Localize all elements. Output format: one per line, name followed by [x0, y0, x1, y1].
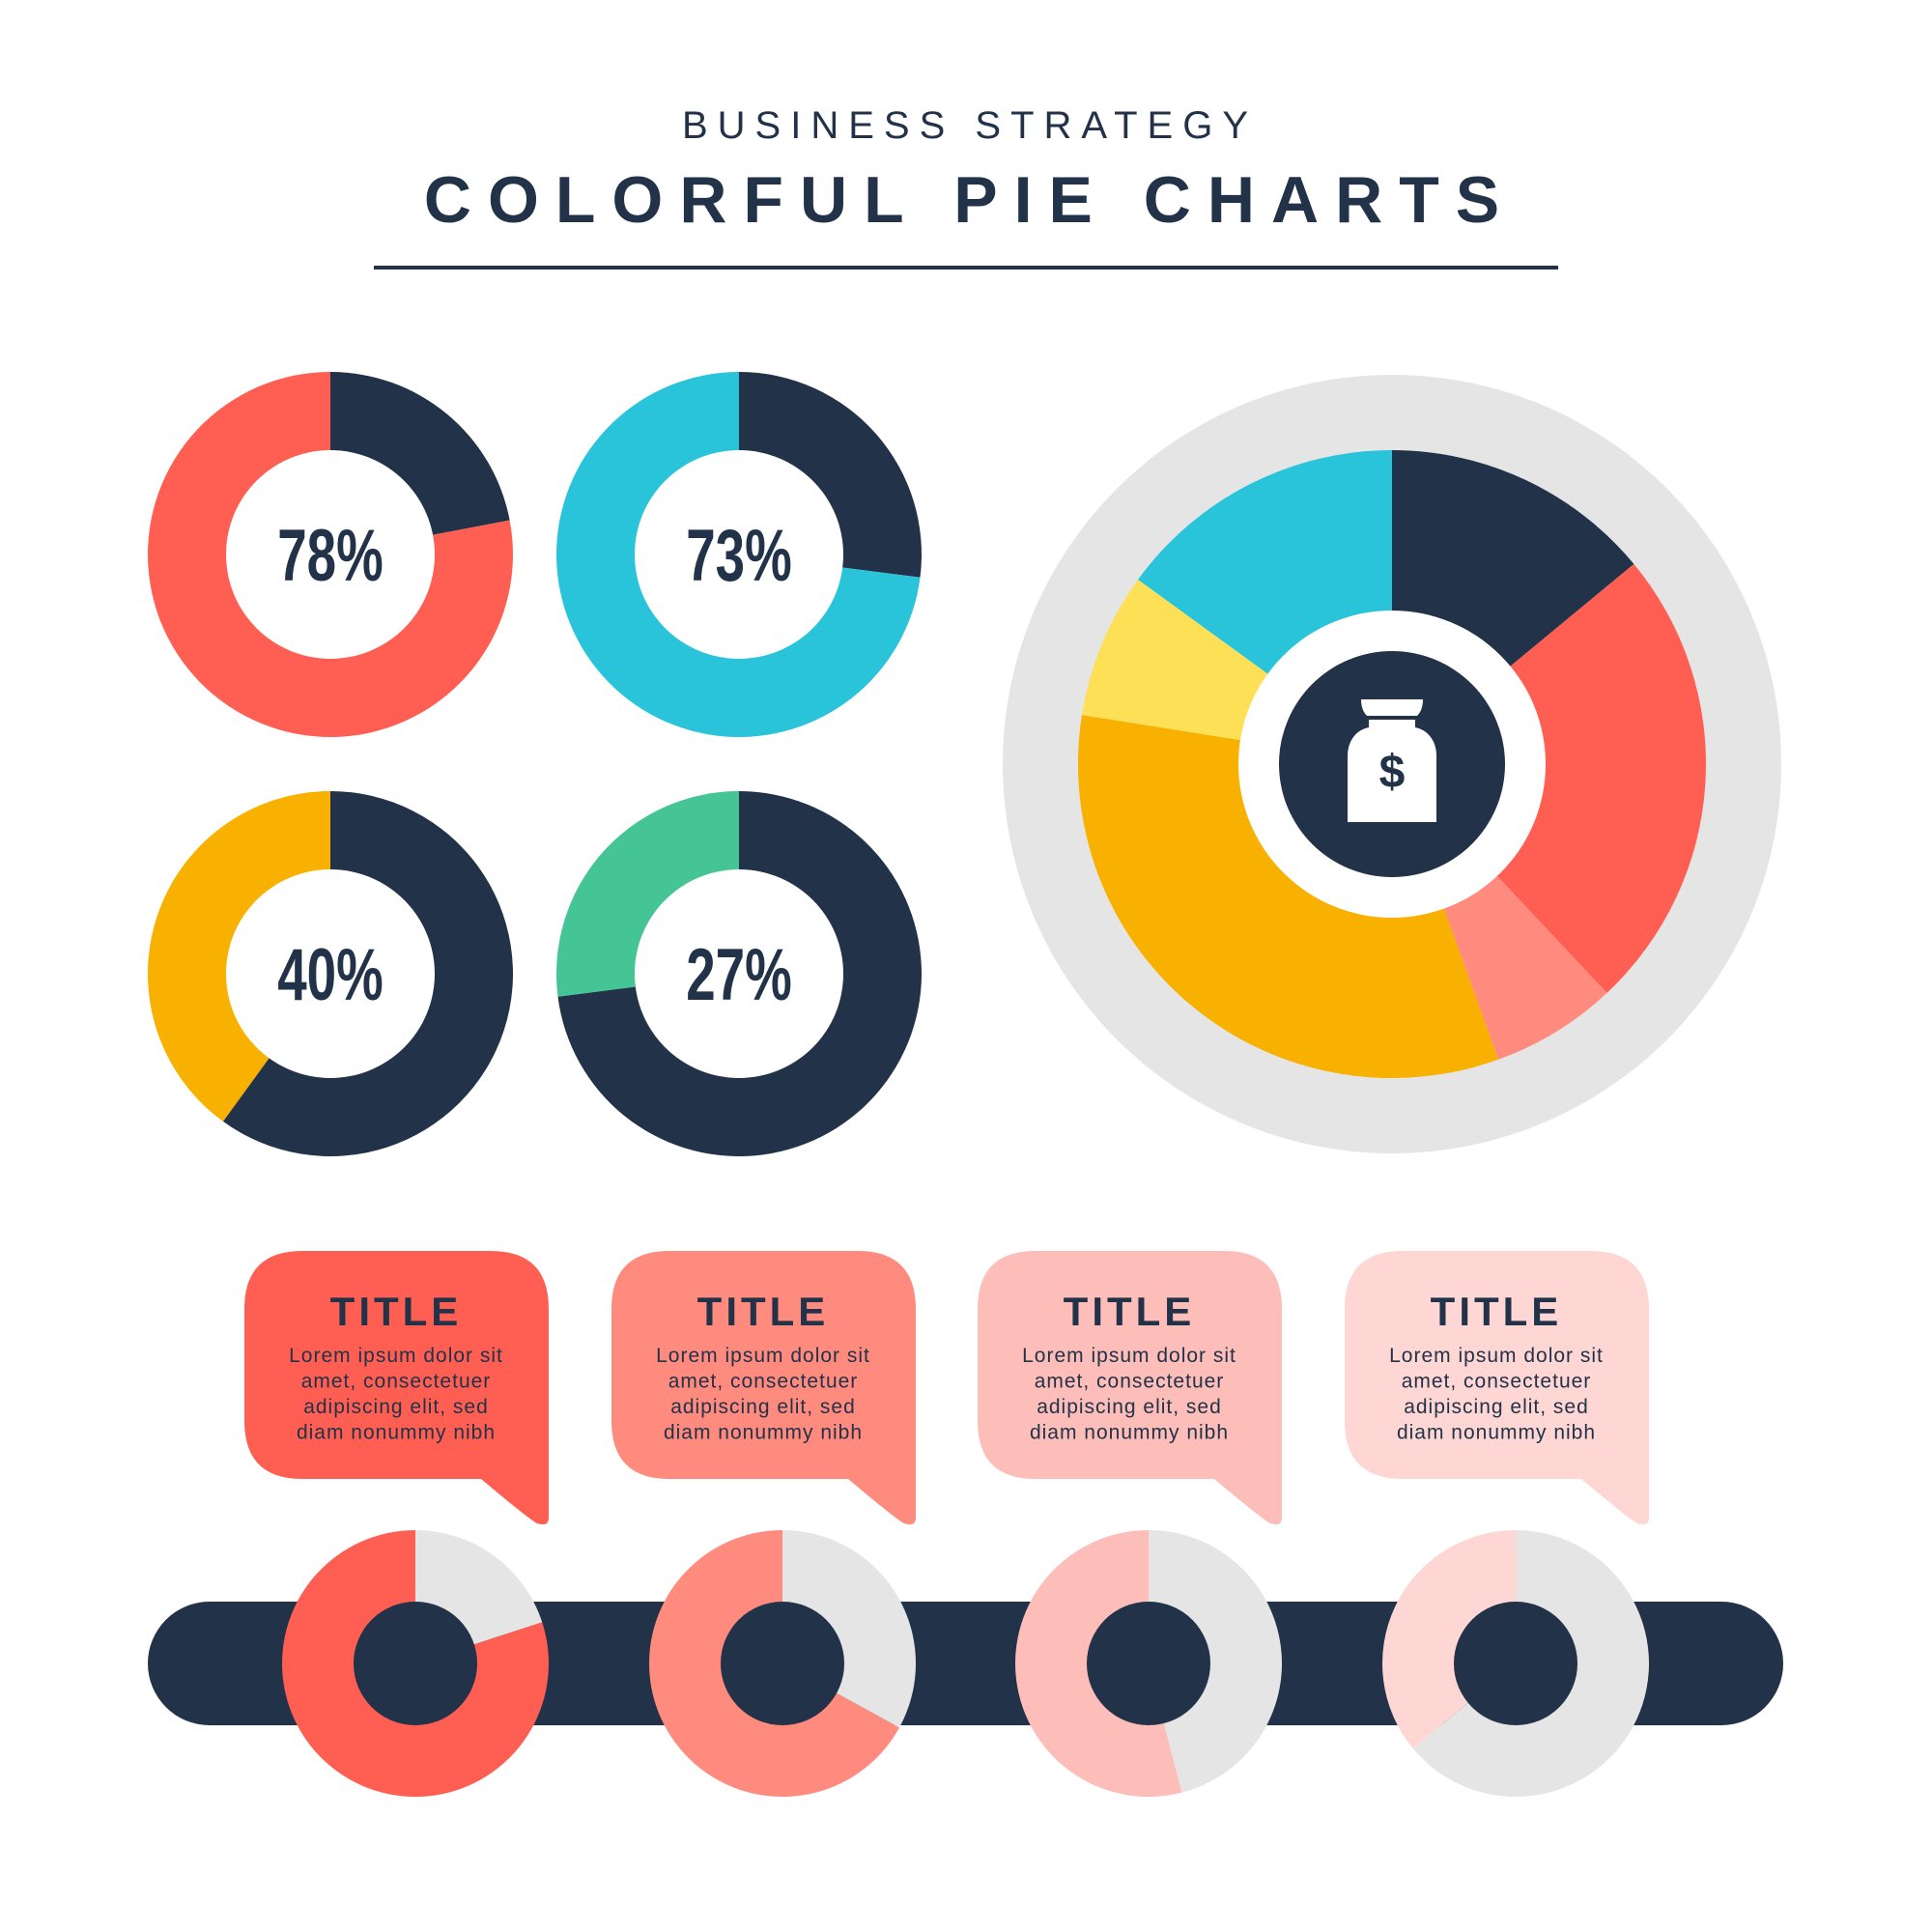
callout-body-line: adipiscing elit, sed [303, 1396, 489, 1418]
donut-chart-2: 73% [556, 372, 922, 737]
callout-body-line: diam nonummy nibh [1397, 1422, 1596, 1444]
callout-body-line: Lorem ipsum dolor sit [289, 1345, 503, 1367]
donut-percent-label: 78% [277, 515, 384, 597]
callout-body-line: diam nonummy nibh [664, 1422, 863, 1444]
timeline-pie-2 [649, 1530, 917, 1797]
callout-body-line: adipiscing elit, sed [1037, 1396, 1222, 1418]
callout-body-line: amet, consectetuer [301, 1371, 492, 1393]
donut-chart-1: 78% [147, 372, 514, 737]
infographic-canvas: BUSINESS STRATEGY COLORFUL PIE CHARTS 78… [147, 104, 1783, 1798]
callout-body-line: amet, consectetuer [1402, 1371, 1592, 1393]
svg-text:$: $ [1379, 747, 1406, 798]
donut-percent-label: 27% [686, 934, 792, 1016]
timeline-pie-4 [1382, 1530, 1650, 1797]
callout-title: TITLE [697, 1289, 830, 1334]
donut-chart-4: 27% [555, 791, 922, 1156]
timeline-pie-hole [1087, 1602, 1210, 1725]
callout-body-line: Lorem ipsum dolor sit [656, 1345, 870, 1367]
callout-body-line: amet, consectetuer [668, 1371, 859, 1393]
donut-chart-3: 40% [148, 791, 514, 1157]
callout-title: TITLE [1064, 1289, 1196, 1334]
callout-body-line: Lorem ipsum dolor sit [1022, 1345, 1236, 1367]
donut-percent-label: 40% [277, 934, 384, 1016]
callout-1: TITLE Lorem ipsum dolor sit amet, consecte… [244, 1251, 549, 1525]
big-pie-chart: $ [1003, 375, 1781, 1153]
callout-2: TITLE Lorem ipsum dolor sit amet, consecte… [611, 1251, 916, 1525]
timeline-pie-1 [281, 1530, 549, 1798]
callout-title: TITLE [330, 1289, 463, 1334]
header-subtitle: BUSINESS STRATEGY [682, 104, 1258, 147]
callout-3: TITLE Lorem ipsum dolor sit amet, consecte… [978, 1251, 1282, 1525]
callout-body-line: diam nonummy nibh [1030, 1422, 1229, 1444]
callout-body-line: diam nonummy nibh [297, 1422, 496, 1444]
callout-4: TITLE Lorem ipsum dolor sit amet, consecte… [1345, 1251, 1649, 1525]
callout-body-line: adipiscing elit, sed [1404, 1396, 1589, 1418]
title-underline [374, 266, 1558, 270]
callout-title: TITLE [1431, 1289, 1563, 1334]
callout-body-line: Lorem ipsum dolor sit [1389, 1345, 1604, 1367]
header-title: COLORFUL PIE CHARTS [424, 163, 1516, 237]
timeline-pie-hole [1454, 1602, 1577, 1725]
timeline-pie-3 [1015, 1530, 1283, 1797]
timeline-pie-hole [721, 1602, 844, 1725]
callout-body-line: adipiscing elit, sed [670, 1396, 856, 1418]
donut-percent-label: 73% [686, 515, 792, 597]
timeline-pie-hole [354, 1602, 477, 1725]
callout-body-line: amet, consectetuer [1035, 1371, 1225, 1393]
